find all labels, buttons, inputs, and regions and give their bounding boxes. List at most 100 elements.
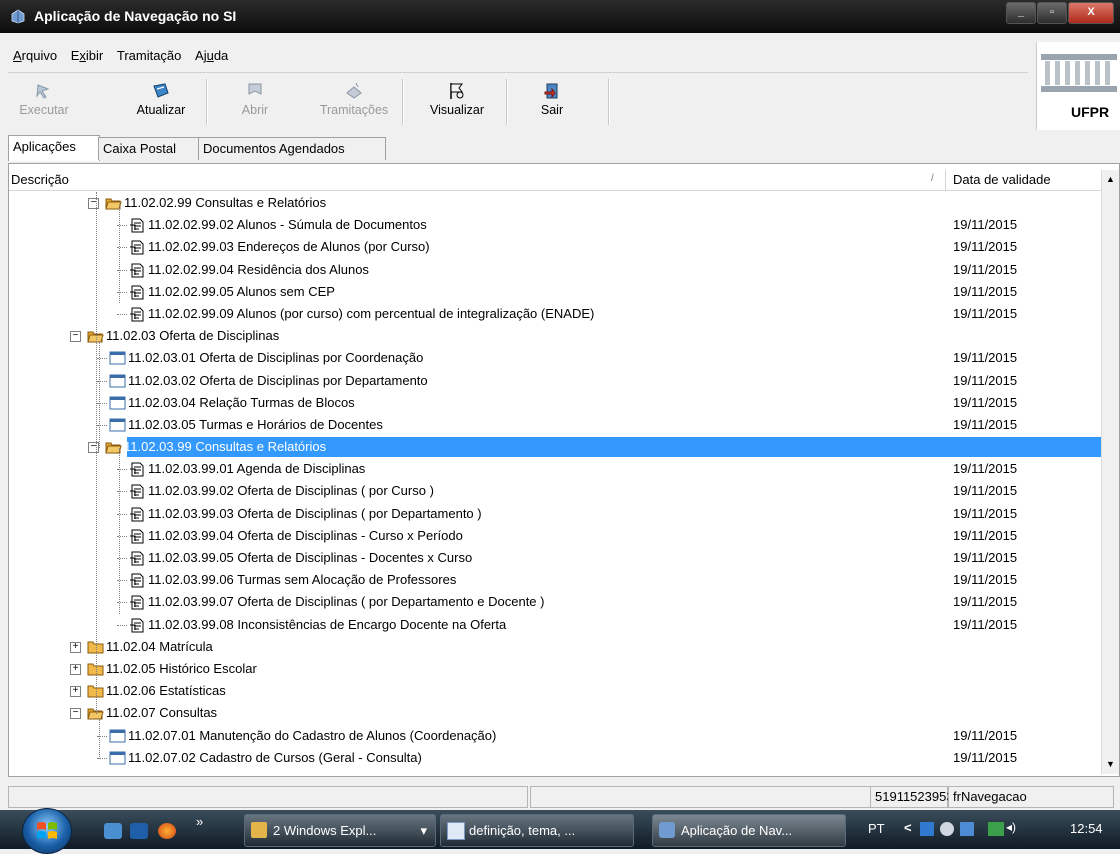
- expand-icon[interactable]: +: [70, 686, 81, 698]
- tree-row[interactable]: 11.02.03.99.01 Agenda de Disciplinas 19/1…: [9, 458, 1101, 480]
- tree-row-label: 11.02.02.99.04 Residência dos Alunos: [148, 261, 369, 277]
- scroll-down-icon[interactable]: ▼: [1102, 756, 1119, 773]
- ufpr-text: UFPR: [1071, 104, 1110, 120]
- windows-logo-icon: [37, 822, 57, 839]
- tree-row[interactable]: 11.02.03.99.02 Oferta de Disciplinas ( p…: [9, 480, 1101, 502]
- tree-row-label: 11.02.03.99.04 Oferta de Disciplinas - C…: [148, 527, 463, 543]
- folder-icon: [251, 822, 267, 838]
- network-icon[interactable]: [920, 822, 934, 836]
- tree-row[interactable]: 11.02.03.99.04 Oferta de Disciplinas - C…: [9, 525, 1101, 547]
- report-icon: [129, 483, 146, 499]
- menu-ajuda[interactable]: Ajuda: [190, 46, 233, 63]
- tree-row[interactable]: − 11.02.07 Consultas: [9, 702, 1101, 724]
- report-icon: [129, 306, 146, 322]
- overflow-chevron-icon[interactable]: »: [196, 814, 203, 829]
- ufpr-logo: UFPR: [1036, 42, 1120, 130]
- executar-button[interactable]: Executar: [12, 77, 76, 127]
- form-window-icon: [109, 373, 126, 389]
- task-windows-explorer[interactable]: 2 Windows Expl... ▾: [244, 814, 436, 847]
- sair-button[interactable]: Sair: [532, 77, 572, 127]
- task-definicao[interactable]: definição, tema, ...: [440, 814, 634, 847]
- tab-documentos-agendados[interactable]: Documentos Agendados: [198, 137, 386, 160]
- language-indicator[interactable]: PT: [868, 821, 885, 836]
- tree-row[interactable]: 11.02.03.99.03 Oferta de Disciplinas ( p…: [9, 503, 1101, 525]
- tree-row-label: 11.02.03.99 Consultas e Relatórios: [124, 439, 327, 455]
- tree-row[interactable]: 11.02.02.99.04 Residência dos Alunos 19/1…: [9, 259, 1101, 281]
- collapse-icon[interactable]: −: [88, 442, 99, 454]
- firefox-icon[interactable]: [158, 823, 176, 839]
- menu-arquivo[interactable]: Arquivo: [8, 46, 62, 63]
- tree-row[interactable]: 11.02.03.05 Turmas e Horários de Docente…: [9, 414, 1101, 436]
- tree-row[interactable]: 11.02.07.01 Manutenção do Cadastro de Al…: [9, 725, 1101, 747]
- report-icon: [129, 262, 146, 278]
- tray-chevron-icon[interactable]: <: [904, 820, 912, 835]
- tree-row-label: 11.02.03.99.08 Inconsistências de Encarg…: [148, 616, 507, 632]
- collapse-icon[interactable]: −: [70, 331, 81, 343]
- execute-icon: [36, 84, 50, 99]
- tab-aplicacoes[interactable]: Aplicações: [8, 135, 100, 161]
- report-icon: [129, 572, 146, 588]
- tree-row[interactable]: − 11.02.02.99 Consultas e Relatórios: [9, 192, 1101, 214]
- show-desktop-icon[interactable]: [104, 823, 122, 839]
- tree-row[interactable]: +11.02.06 Estatísticas: [9, 680, 1101, 702]
- tree-row[interactable]: +11.02.05 Histórico Escolar: [9, 658, 1101, 680]
- tree-row[interactable]: 11.02.07.02 Cadastro de Cursos (Geral - …: [9, 747, 1101, 769]
- vertical-scrollbar[interactable]: ▲ ▼: [1101, 170, 1119, 774]
- tree-row[interactable]: − 11.02.03.99 Consultas e Relatórios: [9, 436, 1101, 458]
- tree-row[interactable]: +11.02.04 Matrícula: [9, 636, 1101, 658]
- tree-row[interactable]: 11.02.02.99.09 Alunos (por curso) com pe…: [9, 303, 1101, 325]
- tree-row[interactable]: 11.02.03.99.06 Turmas sem Alocação de Pr…: [9, 569, 1101, 591]
- clock[interactable]: 12:54: [1070, 821, 1103, 836]
- tab-caixa-postal[interactable]: Caixa Postal: [98, 137, 200, 160]
- expand-icon[interactable]: +: [70, 663, 81, 675]
- tree-row[interactable]: 11.02.03.04 Relação Turmas de Blocos 19/1…: [9, 392, 1101, 414]
- tree-row-label: 11.02.02.99.03 Endereços de Alunos (por …: [148, 239, 430, 255]
- scroll-up-icon[interactable]: ▲: [1102, 171, 1119, 188]
- tree-row-label: 11.02.05 Histórico Escolar: [106, 660, 257, 676]
- tree-row[interactable]: 11.02.02.99.03 Endereços de Alunos (por …: [9, 236, 1101, 258]
- document-icon: [447, 822, 465, 840]
- tree-row[interactable]: 11.02.03.99.07 Oferta de Disciplinas ( p…: [9, 591, 1101, 613]
- menu-tramitacao[interactable]: Tramitação: [112, 46, 187, 63]
- tree-row[interactable]: 11.02.03.99.05 Oferta de Disciplinas - D…: [9, 547, 1101, 569]
- tree-row-label: 11.02.02.99.02 Alunos - Súmula de Docume…: [148, 217, 427, 233]
- form-window-icon: [109, 395, 126, 411]
- column-data-validade[interactable]: Data de validade: [953, 172, 1051, 187]
- abrir-button[interactable]: Abrir: [230, 77, 280, 127]
- tree-row[interactable]: 11.02.02.99.02 Alunos - Súmula de Docume…: [9, 214, 1101, 236]
- close-button[interactable]: X: [1068, 2, 1114, 24]
- tree-row-date: 19/11/2015: [953, 261, 1018, 277]
- report-icon: [129, 217, 146, 233]
- collapse-icon[interactable]: −: [88, 198, 99, 209]
- tree-row[interactable]: 11.02.03.01 Oferta de Disciplinas por Co…: [9, 347, 1101, 369]
- tree-row-date: 19/11/2015: [953, 283, 1018, 299]
- tray-network-icon[interactable]: [988, 822, 1004, 836]
- tree-row-date: 19/11/2015: [953, 305, 1018, 321]
- column-descricao[interactable]: Descrição: [11, 172, 69, 187]
- tree-row[interactable]: − 11.02.03 Oferta de Disciplinas: [9, 325, 1101, 347]
- visualizar-button[interactable]: Visualizar: [422, 77, 492, 127]
- atualizar-button[interactable]: Atualizar: [126, 77, 196, 127]
- collapse-icon[interactable]: −: [70, 708, 81, 720]
- task-aplicacao-navegacao[interactable]: Aplicação de Nav...: [652, 814, 846, 847]
- media-icon[interactable]: [130, 823, 148, 839]
- tree-row[interactable]: 11.02.02.99.05 Alunos sem CEP 19/11/2015: [9, 281, 1101, 303]
- menu-exibir[interactable]: Exibir: [66, 46, 109, 63]
- tramitacoes-button[interactable]: Tramitações: [312, 77, 396, 127]
- tree-row-label: 11.02.04 Matrícula: [106, 638, 213, 654]
- column-header: Descrição / Data de validade: [9, 170, 1101, 191]
- expand-icon[interactable]: +: [70, 641, 81, 653]
- maximize-button[interactable]: ▫: [1037, 2, 1067, 24]
- start-button[interactable]: [22, 808, 72, 854]
- minimize-button[interactable]: _: [1006, 2, 1036, 24]
- window-title: Aplicação de Navegação no SI: [34, 8, 237, 24]
- status-pane-1: [8, 786, 528, 808]
- tree-row[interactable]: 11.02.03.99.08 Inconsistências de Encarg…: [9, 614, 1101, 636]
- tray-app-icon[interactable]: [940, 822, 954, 836]
- tray-monitor-icon[interactable]: [960, 822, 974, 836]
- preview-icon: [450, 83, 464, 99]
- report-icon: [129, 284, 146, 300]
- volume-icon[interactable]: ◂): [1006, 820, 1016, 834]
- app-icon: [659, 822, 675, 838]
- tree-row[interactable]: 11.02.03.02 Oferta de Disciplinas por De…: [9, 370, 1101, 392]
